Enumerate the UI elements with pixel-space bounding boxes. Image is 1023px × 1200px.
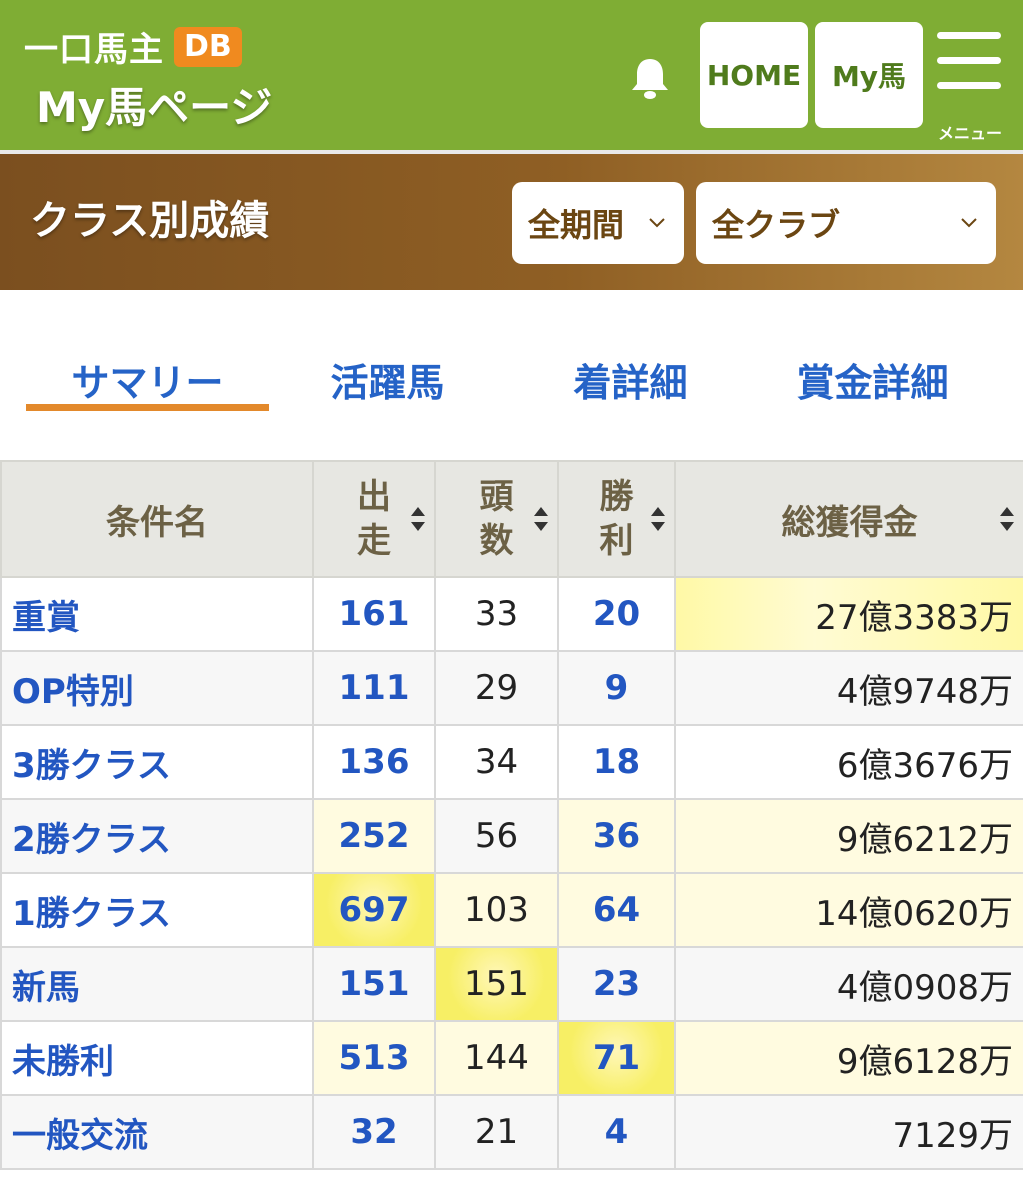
row-name-link[interactable]: 3勝クラス bbox=[0, 724, 314, 800]
wins-link[interactable]: 9 bbox=[557, 650, 676, 726]
table-row: 3勝クラス 136 34 18 6億3676万 bbox=[0, 724, 1023, 800]
prize-value: 9億6212万 bbox=[674, 798, 1023, 874]
heads-value: 144 bbox=[434, 1020, 559, 1096]
wins-link[interactable]: 36 bbox=[557, 798, 676, 874]
starts-link[interactable]: 32 bbox=[312, 1094, 436, 1170]
heads-value: 21 bbox=[434, 1094, 559, 1170]
table-header-row: 条件名 出走 頭数 勝利 総獲得金 bbox=[0, 460, 1023, 578]
row-name-link[interactable]: 未勝利 bbox=[0, 1020, 314, 1096]
starts-link[interactable]: 697 bbox=[312, 872, 436, 948]
header-wins[interactable]: 勝利 bbox=[557, 460, 676, 578]
table-row: OP特別 111 29 9 4億9748万 bbox=[0, 650, 1023, 726]
starts-link[interactable]: 161 bbox=[312, 576, 436, 652]
prize-value: 7129万 bbox=[674, 1094, 1023, 1170]
heads-value: 29 bbox=[434, 650, 559, 726]
sort-icon[interactable] bbox=[408, 504, 428, 534]
class-results-bar: クラス別成績 全期間 全クラブ bbox=[0, 154, 1023, 290]
logo-text: 一口馬主 bbox=[24, 30, 164, 70]
tab-bar: サマリー 活躍馬 着詳細 賞金詳細 bbox=[0, 290, 1023, 460]
starts-link[interactable]: 111 bbox=[312, 650, 436, 726]
prize-value: 6億3676万 bbox=[674, 724, 1023, 800]
heads-value: 103 bbox=[434, 872, 559, 948]
page-title: My馬ページ bbox=[36, 83, 273, 132]
row-name-link[interactable]: OP特別 bbox=[0, 650, 314, 726]
prize-value: 14億0620万 bbox=[674, 872, 1023, 948]
header-total-prize[interactable]: 総獲得金 bbox=[674, 460, 1023, 578]
wins-link[interactable]: 71 bbox=[557, 1020, 676, 1096]
row-name-link[interactable]: 重賞 bbox=[0, 576, 314, 652]
header-condition-name: 条件名 bbox=[0, 460, 314, 578]
row-name-link[interactable]: 一般交流 bbox=[0, 1094, 314, 1170]
prize-value: 4億9748万 bbox=[674, 650, 1023, 726]
prize-value: 9億6128万 bbox=[674, 1020, 1023, 1096]
starts-link[interactable]: 513 bbox=[312, 1020, 436, 1096]
tab-finish-details[interactable]: 着詳細 bbox=[518, 352, 743, 407]
hamburger-icon bbox=[937, 32, 1001, 39]
period-select[interactable]: 全期間 bbox=[512, 182, 684, 264]
logo-badge: DB bbox=[174, 26, 242, 67]
my-horse-button[interactable]: My馬 bbox=[815, 22, 923, 128]
chevron-down-icon bbox=[961, 218, 977, 228]
menu-label: メニュー bbox=[937, 124, 1002, 143]
table-row: 一般交流 32 21 4 7129万 bbox=[0, 1094, 1023, 1170]
chevron-down-icon bbox=[649, 218, 665, 228]
home-button[interactable]: HOME bbox=[700, 22, 808, 128]
class-results-table: 条件名 出走 頭数 勝利 総獲得金 重賞 161 33 20 27億3383万 … bbox=[0, 460, 1023, 1170]
site-logo[interactable]: 一口馬主 DB bbox=[24, 22, 242, 71]
heads-value: 34 bbox=[434, 724, 559, 800]
club-select[interactable]: 全クラブ bbox=[696, 182, 996, 264]
app-header: 一口馬主 DB My馬ページ HOME My馬 メニュー bbox=[0, 0, 1023, 154]
sort-icon[interactable] bbox=[997, 504, 1017, 534]
tab-summary[interactable]: サマリー bbox=[26, 352, 269, 407]
heads-value: 56 bbox=[434, 798, 559, 874]
wins-link[interactable]: 20 bbox=[557, 576, 676, 652]
heads-value: 151 bbox=[434, 946, 559, 1022]
table-row: 2勝クラス 252 56 36 9億6212万 bbox=[0, 798, 1023, 874]
table-row: 未勝利 513 144 71 9億6128万 bbox=[0, 1020, 1023, 1096]
header-heads[interactable]: 頭数 bbox=[434, 460, 559, 578]
wins-link[interactable]: 64 bbox=[557, 872, 676, 948]
starts-link[interactable]: 252 bbox=[312, 798, 436, 874]
wins-link[interactable]: 18 bbox=[557, 724, 676, 800]
active-tab-indicator bbox=[26, 404, 269, 411]
row-name-link[interactable]: 新馬 bbox=[0, 946, 314, 1022]
header-starts[interactable]: 出走 bbox=[312, 460, 436, 578]
bell-icon[interactable] bbox=[628, 55, 672, 101]
row-name-link[interactable]: 2勝クラス bbox=[0, 798, 314, 874]
menu-button[interactable]: メニュー bbox=[935, 32, 1005, 143]
heads-value: 33 bbox=[434, 576, 559, 652]
table-row: 新馬 151 151 23 4億0908万 bbox=[0, 946, 1023, 1022]
starts-link[interactable]: 151 bbox=[312, 946, 436, 1022]
table-row: 重賞 161 33 20 27億3383万 bbox=[0, 576, 1023, 652]
row-name-link[interactable]: 1勝クラス bbox=[0, 872, 314, 948]
prize-value: 4億0908万 bbox=[674, 946, 1023, 1022]
tab-prize-details[interactable]: 賞金詳細 bbox=[760, 352, 985, 407]
prize-value: 27億3383万 bbox=[674, 576, 1023, 652]
club-select-value: 全クラブ bbox=[712, 206, 841, 244]
wins-link[interactable]: 23 bbox=[557, 946, 676, 1022]
tab-active-horses[interactable]: 活躍馬 bbox=[275, 352, 500, 407]
wins-link[interactable]: 4 bbox=[557, 1094, 676, 1170]
starts-link[interactable]: 136 bbox=[312, 724, 436, 800]
sort-icon[interactable] bbox=[648, 504, 668, 534]
section-title: クラス別成績 bbox=[30, 198, 270, 244]
table-row: 1勝クラス 697 103 64 14億0620万 bbox=[0, 872, 1023, 948]
period-select-value: 全期間 bbox=[528, 206, 625, 244]
sort-icon[interactable] bbox=[531, 504, 551, 534]
